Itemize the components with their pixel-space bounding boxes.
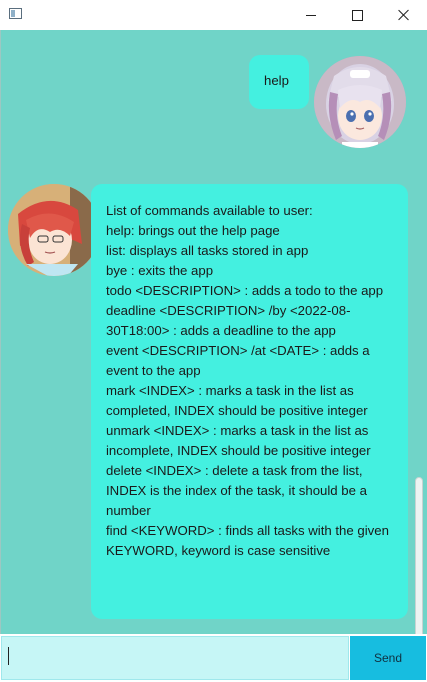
title-bar bbox=[0, 0, 427, 30]
minimize-button[interactable] bbox=[288, 0, 334, 30]
minimize-icon bbox=[306, 14, 316, 16]
user-avatar bbox=[314, 56, 406, 148]
close-button[interactable] bbox=[381, 0, 427, 30]
input-bar: Send bbox=[0, 634, 427, 682]
maximize-button[interactable] bbox=[334, 0, 380, 30]
bot-message-bubble: List of commands available to user: help… bbox=[91, 184, 408, 619]
send-button[interactable]: Send bbox=[350, 636, 426, 680]
text-caret bbox=[8, 647, 9, 665]
scrollbar-thumb[interactable] bbox=[415, 477, 423, 650]
message-input[interactable] bbox=[1, 636, 349, 680]
maximize-icon bbox=[351, 9, 363, 21]
user-message-bubble: help bbox=[249, 55, 309, 109]
chat-scroll-pane[interactable]: help List of commands available to user:… bbox=[0, 30, 427, 650]
app-window-icon bbox=[9, 8, 22, 19]
bot-avatar bbox=[8, 184, 100, 276]
close-icon bbox=[398, 9, 410, 21]
